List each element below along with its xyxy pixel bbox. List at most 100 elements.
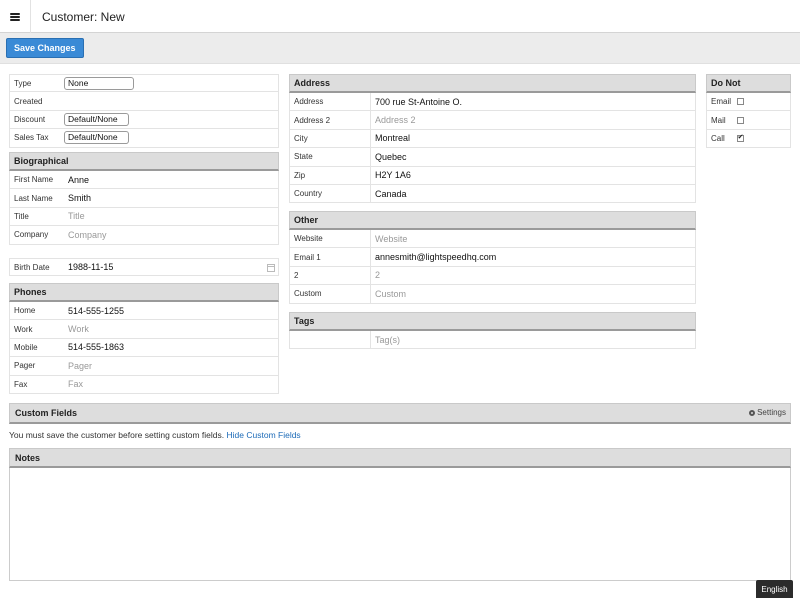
tags-input[interactable]: Tag(s)	[370, 331, 695, 349]
do-not-mail-checkbox[interactable]	[737, 116, 744, 124]
biographical-panel: Biographical First Name Anne Last Name S…	[9, 152, 279, 245]
birth-date-input[interactable]: 1988-11-15	[64, 259, 278, 275]
email2-input[interactable]: 2	[370, 266, 695, 285]
custom-label: Custom	[294, 289, 322, 299]
website-input[interactable]: Website	[370, 230, 695, 248]
custom-fields-header: Custom Fields Settings	[9, 403, 791, 424]
address2-input[interactable]: Address 2	[370, 111, 695, 129]
created-row: Created	[9, 92, 279, 111]
other-heading: Other	[289, 211, 696, 230]
custom-row: Custom Custom	[289, 285, 696, 304]
action-bar: Save Changes	[0, 33, 800, 64]
address2-row: Address 2 Address 2	[289, 111, 696, 130]
mobile-phone-row: Mobile 514-555-1863	[9, 338, 279, 358]
company-label: Company	[14, 230, 49, 240]
do-not-mail-row: Mail	[706, 111, 791, 130]
custom-fields-message-text: You must save the customer before settin…	[9, 430, 225, 440]
custom-fields-settings-button[interactable]: Settings	[749, 408, 786, 417]
state-input[interactable]: Quebec	[370, 148, 695, 166]
birth-date-row: Birth Date 1988-11-15	[9, 258, 279, 277]
do-not-mail-label: Mail	[711, 115, 726, 125]
first-name-input[interactable]: Anne	[64, 171, 278, 188]
work-phone-label: Work	[14, 324, 33, 334]
save-changes-button[interactable]: Save Changes	[6, 38, 84, 58]
country-input[interactable]: Canada	[370, 184, 695, 203]
do-not-heading: Do Not	[706, 74, 791, 93]
website-row: Website Website	[289, 230, 696, 249]
last-name-input[interactable]: Smith	[64, 189, 278, 206]
zip-row: Zip H2Y 1A6	[289, 166, 696, 185]
custom-fields-message: You must save the customer before settin…	[9, 430, 301, 440]
custom-input[interactable]: Custom	[370, 285, 695, 303]
notes-heading: Notes	[15, 453, 41, 463]
pager-label: Pager	[14, 361, 36, 371]
tags-row: Tag(s)	[289, 331, 696, 350]
discount-select[interactable]: Default/None	[64, 112, 129, 126]
address-input[interactable]: 700 rue St-Antoine O.	[370, 93, 695, 111]
first-name-row: First Name Anne	[9, 171, 279, 190]
pager-input[interactable]: Pager	[64, 357, 278, 374]
title-row: Title Title	[9, 207, 279, 227]
mobile-phone-label: Mobile	[14, 342, 38, 352]
page-title: Customer: New	[42, 10, 125, 24]
menu-button[interactable]	[0, 0, 31, 33]
biographical-heading: Biographical	[9, 152, 279, 171]
fax-label: Fax	[14, 379, 28, 389]
type-select[interactable]: None	[64, 76, 134, 90]
address-row: Address 700 rue St-Antoine O.	[289, 93, 696, 112]
email1-label: Email 1	[294, 252, 321, 262]
address2-label: Address 2	[294, 115, 331, 125]
do-not-email-label: Email	[711, 97, 732, 107]
discount-row: Discount Default/None	[9, 110, 279, 130]
zip-input[interactable]: H2Y 1A6	[370, 166, 695, 184]
created-label: Created	[14, 96, 43, 106]
first-name-label: First Name	[14, 175, 54, 185]
calendar-icon[interactable]	[267, 264, 275, 272]
hide-custom-fields-link[interactable]: Hide Custom Fields	[227, 430, 301, 440]
city-label: City	[294, 133, 308, 143]
home-phone-input[interactable]: 514-555-1255	[64, 302, 278, 319]
city-input[interactable]: Montreal	[370, 129, 695, 148]
tags-heading: Tags	[289, 312, 696, 331]
language-selector[interactable]: English	[756, 580, 793, 598]
state-row: State Quebec	[289, 148, 696, 167]
tags-panel: Tags Tag(s)	[289, 312, 696, 350]
title-input[interactable]: Title	[64, 208, 278, 225]
pager-row: Pager Pager	[9, 357, 279, 376]
fax-row: Fax Fax	[9, 375, 279, 394]
state-label: State	[294, 152, 313, 162]
title-label: Title	[14, 211, 29, 221]
custom-fields-heading: Custom Fields	[15, 408, 78, 418]
notes-textarea[interactable]	[9, 468, 791, 581]
hamburger-menu-icon	[10, 12, 20, 21]
do-not-call-row: Call ✔	[706, 129, 791, 149]
notes-header: Notes	[9, 448, 791, 468]
phones-panel: Phones Home 514-555-1255 Work Work Mobil…	[9, 283, 279, 394]
sales-tax-row: Sales Tax Default/None	[9, 129, 279, 148]
home-phone-label: Home	[14, 306, 36, 316]
country-row: Country Canada	[289, 184, 696, 204]
home-phone-row: Home 514-555-1255	[9, 302, 279, 321]
birth-date-label: Birth Date	[14, 262, 50, 272]
sales-tax-select[interactable]: Default/None	[64, 131, 129, 145]
do-not-email-row: Email	[706, 93, 791, 112]
address-heading: Address	[289, 74, 696, 93]
basic-info-panel: Type None Created Discount Default/None …	[9, 74, 279, 148]
type-label: Type	[14, 78, 32, 88]
email2-label: 2	[294, 270, 299, 280]
fax-input[interactable]: Fax	[64, 376, 278, 393]
company-input[interactable]: Company	[64, 226, 278, 243]
last-name-row: Last Name Smith	[9, 189, 279, 208]
do-not-email-checkbox[interactable]	[737, 98, 744, 106]
type-row: Type None	[9, 74, 279, 93]
address-label: Address	[294, 97, 324, 107]
do-not-panel: Do Not Email Mail Call ✔	[706, 74, 791, 149]
email1-input[interactable]: annesmith@lightspeedhq.com	[370, 248, 695, 266]
other-panel: Other Website Website Email 1 annesmith@…	[289, 211, 696, 304]
do-not-call-checkbox[interactable]: ✔	[737, 134, 744, 142]
mobile-phone-input[interactable]: 514-555-1863	[64, 339, 278, 356]
country-label: Country	[294, 189, 323, 199]
birth-date-panel: Birth Date 1988-11-15	[9, 258, 279, 277]
work-phone-row: Work Work	[9, 320, 279, 339]
work-phone-input[interactable]: Work	[64, 320, 278, 337]
